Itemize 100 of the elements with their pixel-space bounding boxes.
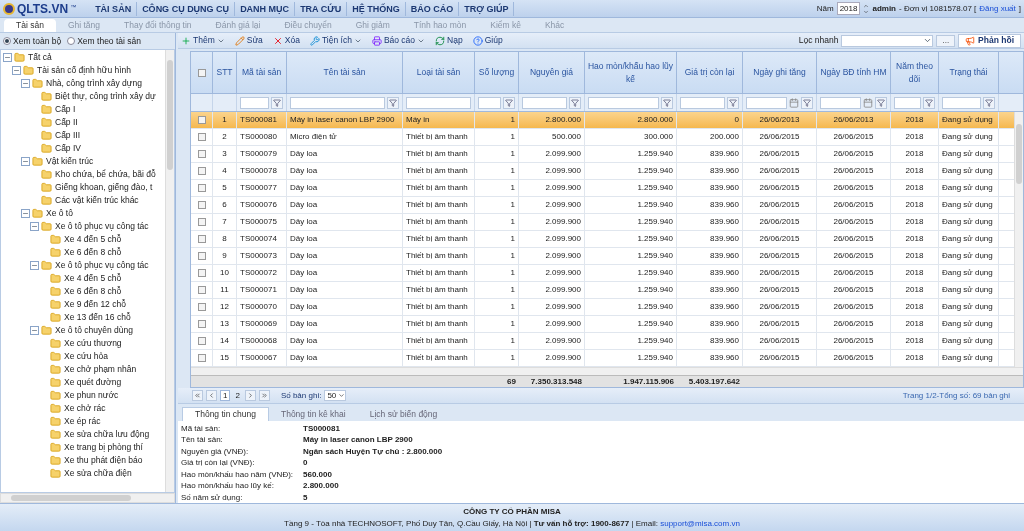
tree-item[interactable]: Vật kiến trúc [46, 155, 94, 168]
menu-item[interactable]: TRỢ GIÚP [459, 1, 515, 16]
column-header[interactable]: Giá trị còn lại [677, 52, 743, 93]
toolbar-button[interactable]: Sửa [234, 34, 263, 47]
filter-field[interactable] [290, 96, 385, 109]
filter-field[interactable] [680, 96, 725, 109]
filter-field[interactable] [746, 96, 787, 109]
table-row[interactable]: 4 TS000078 Dây loa Thiết bị âm thanh 1 2.099.900 1.259.940 839.960 26/06/2015 26/06/2015 2018 Đang sử dụng [191, 163, 1014, 180]
next-page-button[interactable] [244, 390, 256, 401]
table-row[interactable]: 5 TS000077 Dây loa Thiết bị âm thanh 1 2.099.900 1.259.940 839.960 26/06/2015 26/06/2015 2018 Đang sử dụng [191, 180, 1014, 197]
filter-field[interactable] [522, 96, 567, 109]
tree-item[interactable]: Nhà, công trình xây dựng [46, 77, 142, 90]
menu-item[interactable]: CÔNG CỤ DỤNG CỤ [137, 1, 236, 16]
row-checkbox[interactable] [197, 201, 206, 209]
tree-item[interactable]: Xe 4 đến 5 chỗ [64, 272, 122, 285]
table-row[interactable]: 11 TS000071 Dây loa Thiết bị âm thanh 1 2.099.900 1.259.940 839.960 26/06/2015 26/06/2015 2018 Đang sử dụng [191, 282, 1014, 299]
year-field[interactable]: 2018 [836, 2, 861, 15]
column-header[interactable]: Tên tài sản [287, 52, 403, 93]
table-row[interactable]: 14 TS000068 Dây loa Thiết bị âm thanh 1 2.099.900 1.259.940 839.960 26/06/2015 26/06/2015 2018 Đang sử dụng [191, 333, 1014, 350]
email-link[interactable]: support@misa.com.vn [660, 518, 740, 528]
tree-item[interactable]: Xe chở phạm nhân [64, 363, 137, 376]
table-row[interactable]: 3 TS000079 Dây loa Thiết bị âm thanh 1 2.099.900 1.259.940 839.960 26/06/2015 26/06/2015 2018 Đang sử dụng [191, 146, 1014, 163]
row-checkbox[interactable] [197, 252, 206, 260]
previous-page-button[interactable] [206, 390, 217, 401]
table-row[interactable]: 15 TS000067 Dây loa Thiết bị âm thanh 1 2.099.900 1.259.940 839.960 26/06/2015 26/06/2015 2018 Đang sử dụng [191, 350, 1014, 367]
tab[interactable]: Lịch sử biến động [357, 408, 450, 421]
page-button[interactable]: 1 [220, 390, 231, 401]
column-header[interactable]: Nguyên giá [519, 52, 585, 93]
tree-item[interactable]: Cấp III [55, 129, 81, 142]
column-header[interactable]: Trạng thái [939, 52, 999, 93]
tree-item[interactable]: Xe 9 đến 12 chỗ [64, 298, 126, 311]
filter-button[interactable] [727, 96, 739, 109]
toolbar-button[interactable]: Nạp [435, 34, 463, 47]
tree-item[interactable]: Xe cứu hỏa [64, 350, 108, 363]
horizontal-scrollbar[interactable] [191, 367, 1023, 375]
tree-item[interactable]: Xe ô tô phục vụ công tác [55, 259, 149, 272]
tree-item[interactable]: Tài sản cố định hữu hình [37, 64, 132, 77]
logout-link[interactable]: Đăng xuất [979, 2, 1016, 15]
table-row[interactable]: 7 TS000075 Dây loa Thiết bị âm thanh 1 2.099.900 1.259.940 839.960 26/06/2015 26/06/2015 2018 Đang sử dụng [191, 214, 1014, 231]
filter-button[interactable] [387, 96, 399, 109]
filter-field[interactable] [478, 96, 501, 109]
tab[interactable]: Tài sản [4, 19, 56, 32]
row-checkbox[interactable] [197, 133, 206, 141]
collapse-icon[interactable] [21, 79, 30, 88]
column-header[interactable]: STT [213, 52, 237, 93]
tree-item[interactable]: Xe trang bị phòng thí [64, 441, 143, 454]
tree-item[interactable]: Cấp II [55, 116, 78, 129]
tab[interactable]: Thông tin kê khai [268, 408, 358, 421]
tree-item[interactable]: Xe 4 đến 5 chỗ [64, 233, 122, 246]
filter-button[interactable] [923, 96, 935, 109]
tree-item[interactable]: Kho chứa, bể chứa, bãi đỗ [55, 168, 156, 181]
table-row[interactable]: 13 TS000069 Dây loa Thiết bị âm thanh 1 2.099.900 1.259.940 839.960 26/06/2015 26/06/2015 2018 Đang sử dụng [191, 316, 1014, 333]
tree-item[interactable]: Xe phun nước [64, 389, 119, 402]
toolbar-button[interactable]: Thêm [181, 34, 225, 47]
tree-item[interactable]: Xe quét đường [64, 376, 122, 389]
filter-button[interactable] [661, 96, 673, 109]
tree-item[interactable]: Biệt thự, công trình xây dự [55, 90, 156, 103]
column-header[interactable]: Hao mòn/khấu hao lũy kế [585, 52, 677, 93]
menu-item[interactable]: BÁO CÁO [405, 1, 460, 16]
table-row[interactable]: 10 TS000072 Dây loa Thiết bị âm thanh 1 2.099.900 1.259.940 839.960 26/06/2015 26/06/2015 2018 Đang sử dụng [191, 265, 1014, 282]
toolbar-button[interactable]: Xóa [272, 34, 300, 47]
filter-field[interactable] [588, 96, 659, 109]
filter-button[interactable] [569, 96, 581, 109]
collapse-icon[interactable] [12, 66, 21, 75]
filter-field[interactable] [406, 96, 471, 109]
tree-item[interactable]: Xe 6 đến 8 chỗ [64, 285, 122, 298]
column-header[interactable]: Ngày ghi tăng [743, 52, 817, 93]
tree-item[interactable]: Cấp I [55, 103, 76, 116]
tree-item[interactable]: Giếng khoan, giếng đào, t [55, 181, 153, 194]
row-checkbox[interactable] [197, 286, 206, 294]
filter-button[interactable] [875, 96, 887, 109]
table-row[interactable]: 9 TS000073 Dây loa Thiết bị âm thanh 1 2.099.900 1.259.940 839.960 26/06/2015 26/06/2015 2018 Đang sử dụng [191, 248, 1014, 265]
row-checkbox[interactable] [197, 150, 206, 158]
row-checkbox[interactable] [197, 303, 206, 311]
spinner-icon[interactable] [863, 2, 870, 15]
tree-item[interactable]: Xe ô tô phục vụ công tác [55, 220, 149, 233]
filter-field[interactable] [942, 96, 981, 109]
menu-item[interactable]: HỆ THỐNG [347, 1, 406, 16]
page-size-select[interactable]: 50 [324, 390, 347, 401]
more-button[interactable]: ... [936, 34, 956, 47]
tab[interactable]: Thông tin chung [182, 407, 269, 421]
tree-item[interactable]: Các vật kiến trúc khác [55, 194, 139, 207]
select-all-checkbox[interactable] [197, 68, 206, 77]
filter-field[interactable] [240, 96, 269, 109]
row-checkbox[interactable] [197, 320, 206, 328]
toolbar-button[interactable]: Báo cáo [371, 34, 426, 47]
tree-item[interactable]: Xe 13 đến 16 chỗ [64, 311, 131, 324]
tree-item[interactable]: Cấp IV [55, 142, 81, 155]
collapse-icon[interactable] [30, 261, 39, 270]
tree-item[interactable]: Xe sửa chữa lưu động [64, 428, 150, 441]
first-page-button[interactable] [192, 390, 203, 401]
vertical-scrollbar[interactable] [1014, 112, 1023, 367]
column-header[interactable]: Mã tài sản [237, 52, 287, 93]
row-checkbox[interactable] [197, 269, 206, 277]
last-page-button[interactable] [258, 390, 270, 401]
tree-item[interactable]: Xe ép rác [64, 415, 101, 428]
column-header[interactable]: Loại tài sản [403, 52, 475, 93]
menu-item[interactable]: TÀI SẢN [90, 1, 138, 16]
menu-item[interactable]: DANH MỤC [235, 1, 296, 16]
page-button[interactable]: 2 [233, 390, 242, 401]
